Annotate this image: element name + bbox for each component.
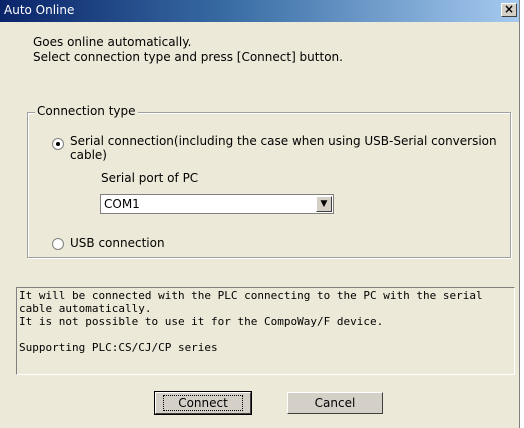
serial-port-select[interactable]: COM1 ▼	[100, 194, 334, 214]
cancel-label: Cancel	[314, 396, 356, 410]
info-line-2: It is not possible to use it for the Com…	[19, 315, 384, 328]
info-line-4: Supporting PLC:CS/CJ/CP series	[19, 341, 218, 354]
intro-line-1: Goes online automatically.	[33, 35, 192, 49]
connect-label: Connect	[163, 395, 243, 411]
intro-line-2: Select connection type and press [Connec…	[33, 50, 343, 64]
connection-type-legend: Connection type	[35, 104, 138, 118]
serial-connection-radio[interactable]	[52, 138, 64, 150]
cancel-button[interactable]: Cancel	[287, 392, 383, 414]
close-button[interactable]: ×	[501, 3, 517, 17]
intro-text: Goes online automatically. Select connec…	[33, 35, 343, 65]
serial-connection-label[interactable]: Serial connection(including the case whe…	[70, 134, 510, 162]
title-bar[interactable]: Auto Online ×	[0, 0, 519, 22]
close-icon: ×	[503, 2, 515, 16]
usb-connection-label[interactable]: USB connection	[70, 236, 165, 250]
serial-port-label: Serial port of PC	[101, 171, 199, 185]
info-line-1: It will be connected with the PLC connec…	[19, 289, 490, 315]
auto-online-dialog: Auto Online × Goes online automatically.…	[0, 0, 520, 428]
connect-button[interactable]: Connect	[154, 391, 252, 415]
usb-connection-radio[interactable]	[52, 238, 64, 250]
info-panel: It will be connected with the PLC connec…	[16, 287, 515, 375]
info-line-3	[19, 328, 512, 341]
window-title: Auto Online	[4, 3, 75, 17]
serial-port-value: COM1	[104, 197, 140, 211]
chevron-down-icon[interactable]: ▼	[316, 196, 332, 212]
